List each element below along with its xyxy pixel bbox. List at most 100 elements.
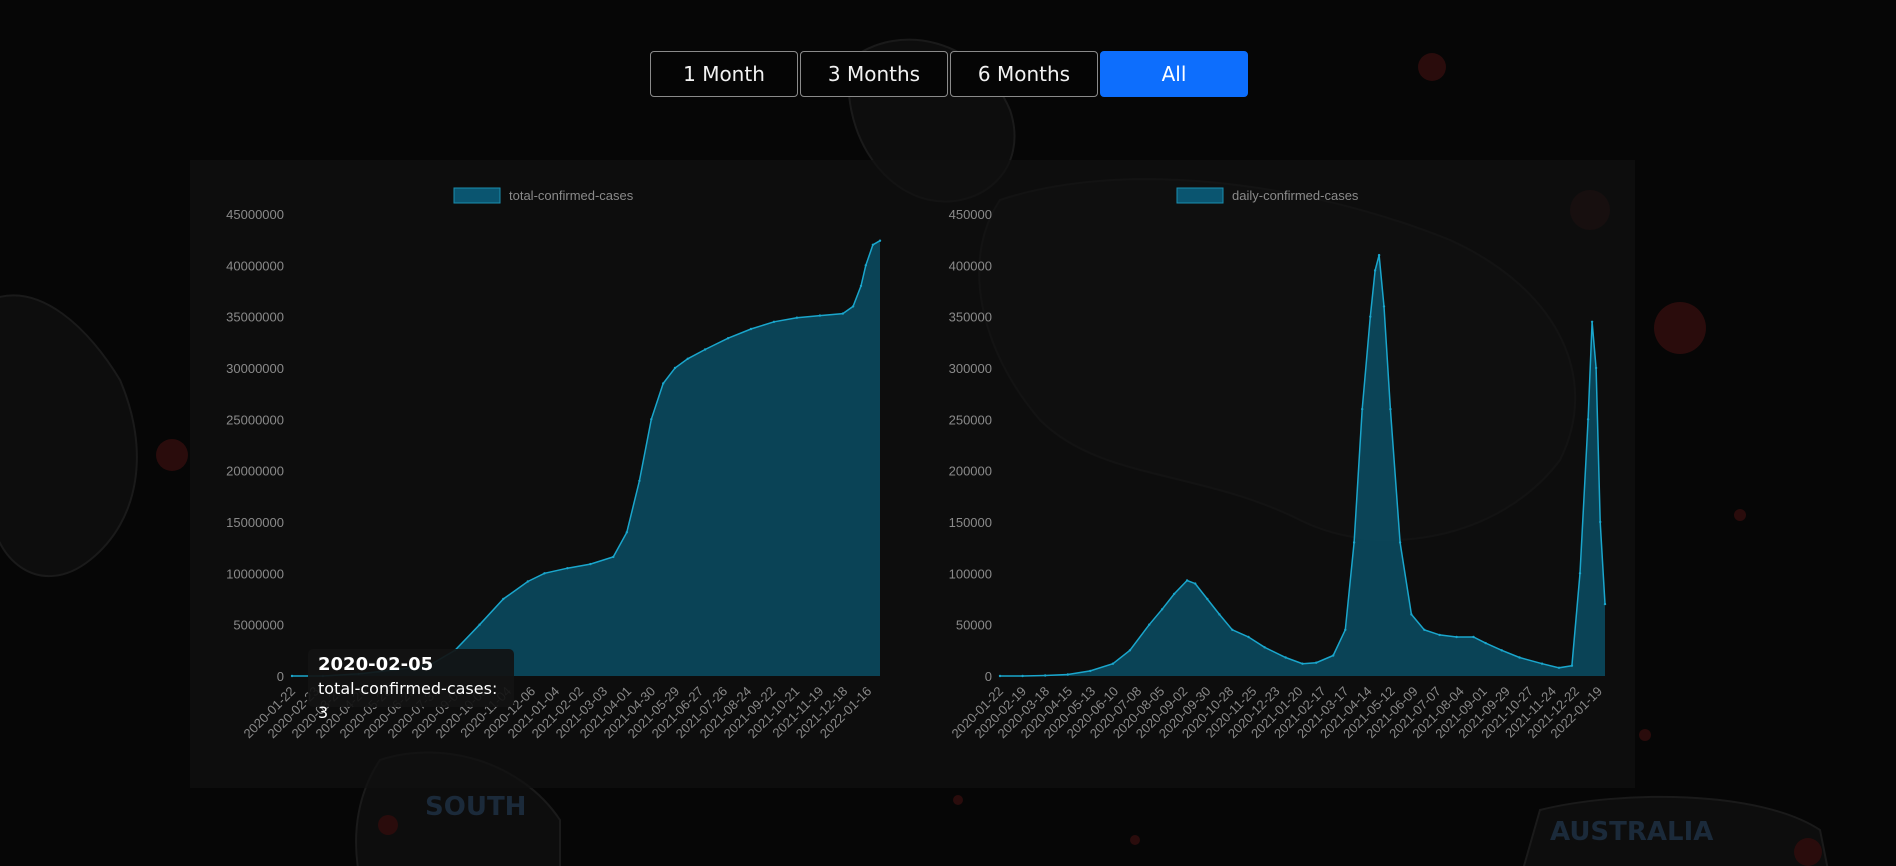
daily-cases-data-point[interactable] bbox=[1484, 641, 1487, 645]
daily-cases-data-point[interactable] bbox=[1586, 418, 1590, 421]
svg-text:AUSTRALIA: AUSTRALIA bbox=[1550, 817, 1713, 847]
daily-cases-y-tick-label: 450000 bbox=[949, 207, 992, 222]
total-cases-data-point[interactable] bbox=[841, 312, 844, 315]
daily-cases-data-point[interactable] bbox=[1578, 572, 1582, 575]
total-cases-data-point[interactable] bbox=[566, 567, 569, 570]
total-cases-data-point[interactable] bbox=[859, 284, 863, 288]
daily-cases-data-point[interactable] bbox=[1332, 654, 1335, 657]
daily-cases-y-tick-label: 250000 bbox=[949, 412, 992, 427]
total-cases-data-point[interactable] bbox=[818, 314, 822, 317]
daily-cases-data-point[interactable] bbox=[1472, 635, 1475, 639]
daily-cases-data-point[interactable] bbox=[1194, 582, 1197, 585]
daily-cases-y-tick-label: 150000 bbox=[949, 515, 992, 530]
daily-cases-data-point[interactable] bbox=[1128, 649, 1132, 652]
daily-cases-data-point[interactable] bbox=[1603, 602, 1607, 606]
total-cases-legend-label[interactable]: total-confirmed-cases bbox=[509, 188, 634, 203]
daily-cases-data-point[interactable] bbox=[1361, 407, 1364, 411]
daily-cases-data-point[interactable] bbox=[1111, 662, 1115, 665]
daily-cases-data-point[interactable] bbox=[1389, 407, 1392, 411]
tooltip-value: total-confirmed-cases: 3 bbox=[318, 679, 498, 722]
total-cases-data-point[interactable] bbox=[625, 531, 628, 534]
daily-cases-data-point[interactable] bbox=[1398, 541, 1402, 544]
total-cases-data-point[interactable] bbox=[589, 562, 592, 566]
daily-cases-data-point[interactable] bbox=[1540, 662, 1544, 665]
total-cases-y-tick-label: 35000000 bbox=[226, 310, 284, 325]
daily-cases-y-tick-label: 400000 bbox=[949, 258, 992, 273]
daily-cases-data-point[interactable] bbox=[1352, 541, 1356, 544]
daily-cases-data-point[interactable] bbox=[1599, 520, 1602, 524]
total-cases-data-point[interactable] bbox=[726, 337, 730, 340]
total-cases-data-point[interactable] bbox=[526, 580, 529, 583]
daily-cases-data-point[interactable] bbox=[1369, 315, 1372, 318]
daily-cases-line bbox=[1000, 254, 1606, 677]
daily-cases-data-point[interactable] bbox=[1284, 656, 1287, 659]
total-confirmed-cases-chart[interactable]: 0 5000000 10000000 15000000 20000000 25000000… bbox=[190, 0, 913, 790]
total-cases-data-point[interactable] bbox=[673, 366, 677, 370]
total-cases-data-point[interactable] bbox=[851, 305, 855, 308]
daily-cases-y-tick-label: 100000 bbox=[949, 566, 992, 581]
daily-cases-y-tick-label: 300000 bbox=[949, 361, 992, 376]
daily-cases-data-point[interactable] bbox=[1570, 664, 1574, 667]
total-cases-data-point[interactable] bbox=[686, 357, 689, 360]
total-cases-y-tick-label: 25000000 bbox=[226, 412, 284, 427]
daily-confirmed-cases-chart[interactable]: 0 50000 100000 150000 200000 250000 300000 3500… bbox=[913, 0, 1635, 790]
daily-cases-data-point[interactable] bbox=[998, 674, 1002, 678]
daily-cases-data-point[interactable] bbox=[1423, 628, 1426, 631]
total-cases-data-point[interactable] bbox=[290, 674, 294, 678]
total-cases-data-point[interactable] bbox=[662, 382, 665, 385]
daily-cases-data-point[interactable] bbox=[1160, 608, 1164, 611]
total-cases-data-point[interactable] bbox=[749, 327, 753, 331]
total-cases-data-point[interactable] bbox=[864, 264, 867, 267]
total-cases-data-point[interactable] bbox=[878, 239, 882, 242]
daily-cases-data-point[interactable] bbox=[1044, 674, 1047, 677]
total-cases-data-point[interactable] bbox=[502, 597, 505, 601]
total-cases-data-point[interactable] bbox=[638, 479, 641, 483]
total-cases-data-point[interactable] bbox=[650, 418, 653, 421]
total-cases-y-tick-label: 5000000 bbox=[233, 618, 284, 633]
daily-cases-data-point[interactable] bbox=[1301, 662, 1304, 665]
total-cases-data-point[interactable] bbox=[871, 243, 875, 246]
total-cases-y-tick-label: 30000000 bbox=[226, 361, 284, 376]
daily-cases-legend-label[interactable]: daily-confirmed-cases bbox=[1232, 188, 1359, 203]
daily-cases-data-point[interactable] bbox=[1185, 579, 1189, 582]
daily-cases-data-point[interactable] bbox=[1247, 635, 1250, 639]
daily-cases-data-point[interactable] bbox=[1173, 592, 1176, 596]
daily-cases-data-point[interactable] bbox=[1590, 320, 1594, 323]
total-cases-y-tick-label: 20000000 bbox=[226, 464, 284, 479]
daily-cases-data-point[interactable] bbox=[1594, 366, 1598, 370]
daily-cases-legend-swatch[interactable] bbox=[1176, 187, 1224, 204]
total-cases-y-tick-label: 15000000 bbox=[226, 515, 284, 530]
daily-cases-data-point[interactable] bbox=[1438, 633, 1441, 637]
daily-cases-data-point[interactable] bbox=[1218, 613, 1221, 616]
daily-cases-data-point[interactable] bbox=[1206, 597, 1209, 601]
daily-cases-y-tick-label: 200000 bbox=[949, 464, 992, 479]
daily-cases-data-point[interactable] bbox=[1518, 656, 1521, 659]
daily-cases-data-point[interactable] bbox=[1500, 649, 1503, 652]
total-cases-data-point[interactable] bbox=[612, 555, 615, 559]
daily-cases-data-point[interactable] bbox=[1089, 669, 1092, 673]
daily-cases-data-point[interactable] bbox=[1066, 673, 1069, 676]
total-cases-area bbox=[292, 240, 880, 676]
total-cases-legend-swatch[interactable] bbox=[453, 187, 501, 204]
total-cases-y-tick-label: 45000000 bbox=[226, 207, 284, 222]
daily-cases-data-point[interactable] bbox=[1344, 628, 1347, 631]
daily-cases-data-point[interactable] bbox=[1263, 646, 1266, 649]
daily-cases-data-point[interactable] bbox=[1557, 666, 1561, 669]
total-cases-y-tick-label: 40000000 bbox=[226, 258, 284, 273]
total-cases-data-point[interactable] bbox=[795, 316, 799, 319]
total-cases-data-point[interactable] bbox=[703, 348, 707, 351]
daily-cases-area bbox=[1000, 255, 1605, 676]
daily-cases-data-point[interactable] bbox=[1021, 674, 1024, 678]
daily-cases-data-point[interactable] bbox=[1382, 305, 1386, 308]
total-cases-data-point[interactable] bbox=[772, 320, 776, 323]
total-cases-data-point[interactable] bbox=[543, 572, 546, 575]
daily-cases-data-point[interactable] bbox=[1148, 623, 1151, 626]
daily-cases-data-point[interactable] bbox=[1455, 635, 1458, 639]
daily-cases-data-point[interactable] bbox=[1231, 628, 1234, 631]
total-cases-data-point[interactable] bbox=[478, 623, 481, 626]
daily-cases-data-point[interactable] bbox=[1373, 269, 1377, 272]
daily-cases-data-point[interactable] bbox=[1315, 661, 1318, 664]
daily-cases-data-point[interactable] bbox=[1377, 253, 1381, 257]
daily-cases-data-point[interactable] bbox=[1410, 613, 1413, 616]
total-cases-y-tick-label: 0 bbox=[277, 669, 284, 684]
